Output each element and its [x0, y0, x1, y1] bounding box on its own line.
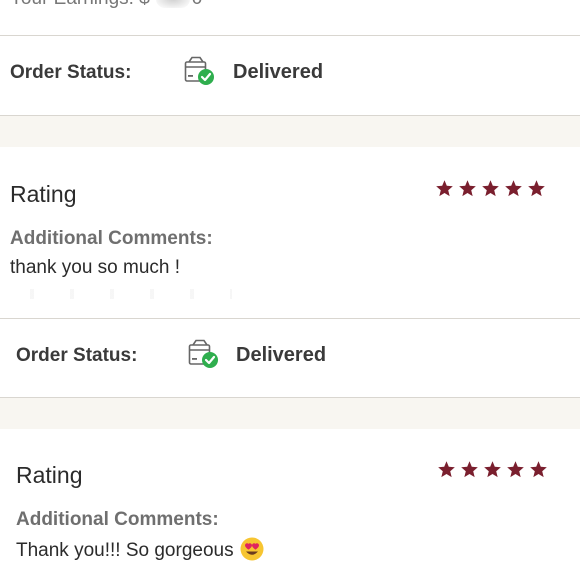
order-status-label: Order Status:: [16, 345, 138, 366]
rating-stars: [435, 179, 546, 198]
additional-comments-label: Additional Comments:: [16, 509, 219, 530]
star-icon: [459, 180, 476, 197]
star-icon: [484, 461, 501, 478]
rating-label: Rating: [10, 181, 77, 207]
divider: [0, 318, 580, 319]
heart-eyes-emoji-icon: [240, 537, 264, 561]
star-icon: [436, 180, 453, 197]
additional-comments-label: Additional Comments:: [10, 228, 213, 249]
earnings-line: Your Earnings: $ 0: [10, 0, 202, 10]
star-icon: [505, 180, 522, 197]
star-icon: [438, 461, 455, 478]
star-icon: [507, 461, 524, 478]
package-delivered-icon: [188, 339, 218, 368]
comment-text: Thank you!!! So gorgeous: [16, 540, 234, 561]
rating-stars: [437, 460, 548, 479]
section-separator: [0, 116, 580, 147]
divider: [0, 35, 580, 36]
package-delivered-icon: [184, 56, 214, 85]
section-separator: [0, 398, 580, 429]
order-status-value: Delivered: [236, 344, 327, 366]
comment-text: thank you so much !: [10, 257, 181, 278]
star-icon: [482, 180, 499, 197]
star-icon: [530, 461, 547, 478]
scroll-artifact: [12, 289, 232, 299]
star-icon: [461, 461, 478, 478]
star-icon: [528, 180, 545, 197]
rating-label: Rating: [16, 462, 83, 488]
comment-line: Thank you!!! So gorgeous: [16, 537, 264, 562]
earnings-value: 0: [192, 0, 203, 9]
earnings-redacted: [155, 0, 190, 8]
earnings-label: Your Earnings: $: [10, 0, 150, 9]
order-status-value: Delivered: [233, 61, 324, 83]
order-status-label: Order Status:: [10, 62, 132, 83]
